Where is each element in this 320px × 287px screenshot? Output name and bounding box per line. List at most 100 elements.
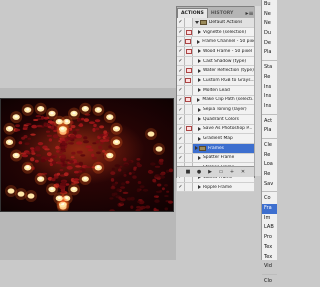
toggle-checkbox[interactable]: ✓	[177, 76, 185, 85]
dialog-toggle[interactable]	[185, 134, 193, 143]
expand-right-icon[interactable]	[197, 39, 201, 44]
expand-right-icon[interactable]	[198, 68, 201, 73]
action-row[interactable]: ✓ Quadrant Colors	[177, 114, 254, 125]
expand-right-icon[interactable]	[197, 97, 201, 102]
expand-right-icon[interactable]	[197, 78, 201, 83]
expand-right-icon[interactable]	[198, 117, 201, 122]
menu-item[interactable]: Re	[262, 170, 277, 180]
menu-item[interactable]: Tex	[262, 253, 277, 263]
action-row[interactable]: ✓ Custom RGB to Grays...	[177, 76, 254, 86]
menu-item[interactable]: Act	[262, 117, 277, 127]
toggle-checkbox[interactable]: ✓	[177, 56, 185, 66]
toggle-checkbox[interactable]: ✓	[177, 27, 185, 37]
toggle-checkbox[interactable]: ✓	[177, 114, 185, 124]
delete-icon[interactable]: ✕	[240, 169, 246, 175]
menu-item[interactable]: Re	[262, 73, 277, 83]
dialog-toggle[interactable]	[185, 56, 193, 66]
menu-item[interactable]: Cle	[262, 141, 277, 151]
dialog-toggle[interactable]	[185, 18, 193, 27]
action-set-row[interactable]: ✓ Frames	[177, 143, 254, 154]
panel-menu-icon[interactable]: ▸≡	[245, 9, 254, 18]
toggle-checkbox[interactable]: ✓	[177, 153, 185, 163]
action-row[interactable]: ✓ Molten Lead	[177, 85, 254, 96]
menu-item[interactable]: Du	[262, 29, 277, 39]
action-row[interactable]: ✓ Spatter Frame	[177, 153, 254, 164]
toggle-checkbox[interactable]: ✓	[177, 105, 185, 114]
dialog-toggle[interactable]	[185, 124, 193, 134]
menu-item[interactable]: Sav	[262, 180, 277, 190]
action-row[interactable]: ✓ Cast Shadow (type)	[177, 56, 254, 67]
menu-item[interactable]: Clo	[262, 277, 277, 287]
dialog-toggle[interactable]	[185, 143, 193, 153]
menu-item[interactable]: Sta	[262, 63, 277, 73]
dialog-toggle[interactable]	[184, 37, 193, 47]
menu-item[interactable]: LAB	[262, 223, 277, 233]
menu-item[interactable]: Loa	[262, 160, 277, 170]
action-row[interactable]: ✓ Ripple Frame	[177, 182, 254, 193]
toggle-checkbox[interactable]: ✓	[177, 18, 185, 27]
dialog-toggle[interactable]	[185, 47, 193, 56]
expand-right-icon[interactable]	[198, 49, 201, 54]
dialog-toggle[interactable]	[185, 114, 193, 124]
panel-scrollbar[interactable]	[254, 6, 261, 176]
menu-item[interactable]: Vid	[262, 262, 277, 272]
action-row[interactable]: ✓ Save As Photoshop P...	[177, 124, 254, 135]
toggle-checkbox[interactable]: ✓	[177, 143, 185, 153]
expand-down-icon[interactable]	[195, 20, 199, 24]
expand-right-icon[interactable]	[198, 155, 201, 160]
action-row[interactable]: ✓ Make Clip Path (selecti...	[177, 95, 254, 106]
play-icon[interactable]: ▶	[207, 169, 213, 175]
menu-item[interactable]: Re	[262, 151, 277, 161]
dialog-toggle[interactable]	[184, 76, 193, 85]
dialog-toggle[interactable]	[185, 182, 193, 192]
menu-item[interactable]: Co	[262, 194, 277, 204]
action-row[interactable]: ✓ Frame Channel - 50 pixel	[177, 37, 254, 48]
action-row[interactable]: ✓ Sepia Toning (layer)	[177, 105, 254, 115]
menu-item[interactable]: Ins	[262, 92, 277, 102]
toggle-checkbox[interactable]: ✓	[177, 85, 185, 95]
toggle-checkbox[interactable]: ✓	[177, 124, 185, 134]
stop-icon[interactable]: ■	[185, 169, 191, 175]
expand-right-icon[interactable]	[198, 30, 201, 35]
expand-right-icon[interactable]	[198, 107, 201, 112]
menu-item[interactable]: Im	[262, 214, 277, 224]
expand-right-icon[interactable]	[195, 146, 198, 151]
document-canvas[interactable]	[0, 88, 176, 260]
record-icon[interactable]: ●	[196, 169, 202, 175]
new-action-icon[interactable]: +	[229, 169, 235, 175]
dialog-toggle[interactable]	[185, 105, 193, 114]
menu-item[interactable]: Tex	[262, 243, 277, 253]
action-row[interactable]: ✓ Wood Frame - 50 pixel	[177, 47, 254, 57]
tab-history[interactable]: HISTORY	[208, 9, 237, 18]
menu-item[interactable]: Pro	[262, 233, 277, 243]
menu-item[interactable]: Fra	[262, 204, 277, 214]
dialog-toggle[interactable]	[184, 95, 193, 105]
dialog-toggle[interactable]	[185, 27, 193, 37]
action-set-row[interactable]: ✓ Default Actions	[177, 18, 254, 28]
dialog-toggle[interactable]	[185, 153, 193, 163]
expand-right-icon[interactable]	[198, 136, 201, 141]
menu-item[interactable]: Pla	[262, 126, 277, 136]
action-row[interactable]: ✓ Gradient Map	[177, 134, 254, 144]
expand-right-icon[interactable]	[198, 88, 201, 93]
menu-item[interactable]: Pla	[262, 48, 277, 58]
tab-actions[interactable]: ACTIONS	[177, 8, 208, 18]
menu-item[interactable]: Ins	[262, 83, 277, 93]
new-set-icon[interactable]: ▭	[218, 169, 224, 175]
dialog-toggle[interactable]	[185, 66, 193, 76]
toggle-checkbox[interactable]: ✓	[177, 47, 185, 56]
menu-item[interactable]: Ins	[262, 102, 277, 112]
toggle-checkbox[interactable]: ✓	[177, 37, 185, 47]
menu-item[interactable]: Ne	[262, 10, 277, 20]
toggle-checkbox[interactable]: ✓	[177, 66, 185, 76]
dialog-toggle[interactable]	[185, 85, 193, 95]
expand-right-icon[interactable]	[198, 185, 201, 190]
action-row[interactable]: ✓ Vignette (selection)	[177, 27, 254, 38]
menu-item[interactable]: De	[262, 39, 277, 49]
toggle-checkbox[interactable]: ✓	[177, 95, 185, 105]
action-row[interactable]: ✓ Water Reflection (type)	[177, 66, 254, 77]
toggle-checkbox[interactable]: ✓	[177, 182, 185, 192]
expand-right-icon[interactable]	[198, 126, 201, 131]
expand-right-icon[interactable]	[198, 59, 201, 64]
menu-item[interactable]: Bu	[262, 0, 277, 10]
